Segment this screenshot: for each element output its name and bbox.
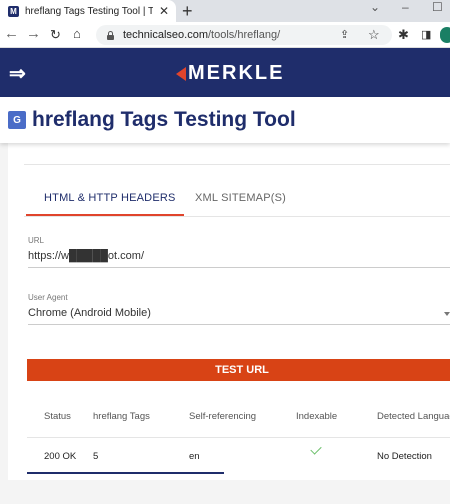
translate-icon: G: [8, 111, 26, 129]
browser-tab-strip: M hreflang Tags Testing Tool | Techni ✕ …: [0, 0, 450, 22]
minimize-icon[interactable]: –: [402, 0, 409, 14]
result-status: 200 OK: [44, 451, 77, 462]
home-icon[interactable]: ⌂: [73, 26, 81, 41]
tab-close-icon[interactable]: ✕: [159, 4, 169, 18]
reload-icon[interactable]: ↻: [50, 27, 61, 43]
column-header-self-referencing: Self-referencing: [189, 411, 257, 422]
tool-card: HTML & HTTP HEADERS XML SITEMAP(S) URL h…: [8, 140, 450, 480]
share-icon[interactable]: ⇪: [340, 28, 349, 41]
url-text: technicalseo.com/tools/hreflang/: [123, 29, 281, 41]
back-icon[interactable]: ←: [4, 25, 19, 42]
column-header-indexable: Indexable: [296, 411, 338, 422]
page-title-bar: G hreflang Tags Testing Tool: [0, 97, 450, 143]
merkle-logo-mark-icon: [176, 66, 186, 81]
tab-html-http-headers[interactable]: HTML & HTTP HEADERS: [44, 192, 176, 204]
check-icon: [310, 443, 322, 455]
forward-icon[interactable]: →: [26, 25, 41, 42]
user-agent-underline: [28, 324, 450, 325]
browser-tab-title: hreflang Tags Testing Tool | Techni: [25, 5, 153, 17]
star-icon[interactable]: ☆: [368, 27, 380, 43]
site-header: ⇒ MERKLE: [0, 48, 450, 97]
profile-avatar[interactable]: [440, 27, 450, 43]
user-agent-label: User Agent: [28, 293, 68, 302]
new-tab-icon[interactable]: +: [182, 1, 193, 22]
result-hreflang-count[interactable]: 5: [93, 451, 98, 462]
url-input-underline: [28, 267, 450, 268]
column-header-status: Status: [44, 411, 71, 422]
result-self-referencing: en: [189, 451, 200, 462]
url-field-label: URL: [28, 236, 45, 245]
page-title: hreflang Tags Testing Tool: [32, 108, 296, 131]
divider: [24, 216, 450, 217]
user-agent-select[interactable]: Chrome (Android Mobile): [28, 307, 151, 319]
merkle-logo[interactable]: MERKLE: [176, 62, 284, 85]
extensions-icon[interactable]: ✱: [398, 27, 409, 43]
dropdown-arrow-icon[interactable]: [444, 312, 450, 316]
merkle-favicon-icon: M: [8, 5, 19, 17]
divider: [24, 164, 450, 165]
test-url-button[interactable]: TEST URL: [27, 359, 450, 381]
lock-icon[interactable]: [106, 30, 115, 40]
selected-row-indicator: [27, 472, 224, 474]
tab-search-icon[interactable]: ⌄: [370, 0, 380, 14]
url-input[interactable]: https://w█████ot.com/: [28, 250, 144, 262]
result-detected-language: No Detection: [377, 451, 432, 462]
menu-toggle-icon[interactable]: ⇒: [9, 61, 26, 86]
sidepanel-icon[interactable]: ◨: [421, 28, 431, 41]
merkle-logo-text: MERKLE: [188, 62, 285, 84]
tab-xml-sitemaps[interactable]: XML SITEMAP(S): [195, 192, 286, 204]
browser-tab[interactable]: M hreflang Tags Testing Tool | Techni ✕: [0, 0, 176, 22]
column-header-detected-language: Detected Languag: [377, 411, 450, 422]
maximize-icon[interactable]: ☐: [432, 0, 443, 14]
column-header-hreflang-tags: hreflang Tags: [93, 411, 150, 422]
browser-toolbar: ← → ↻ ⌂ technicalseo.com/tools/hreflang/…: [0, 22, 450, 48]
table-header-divider: [27, 437, 450, 438]
